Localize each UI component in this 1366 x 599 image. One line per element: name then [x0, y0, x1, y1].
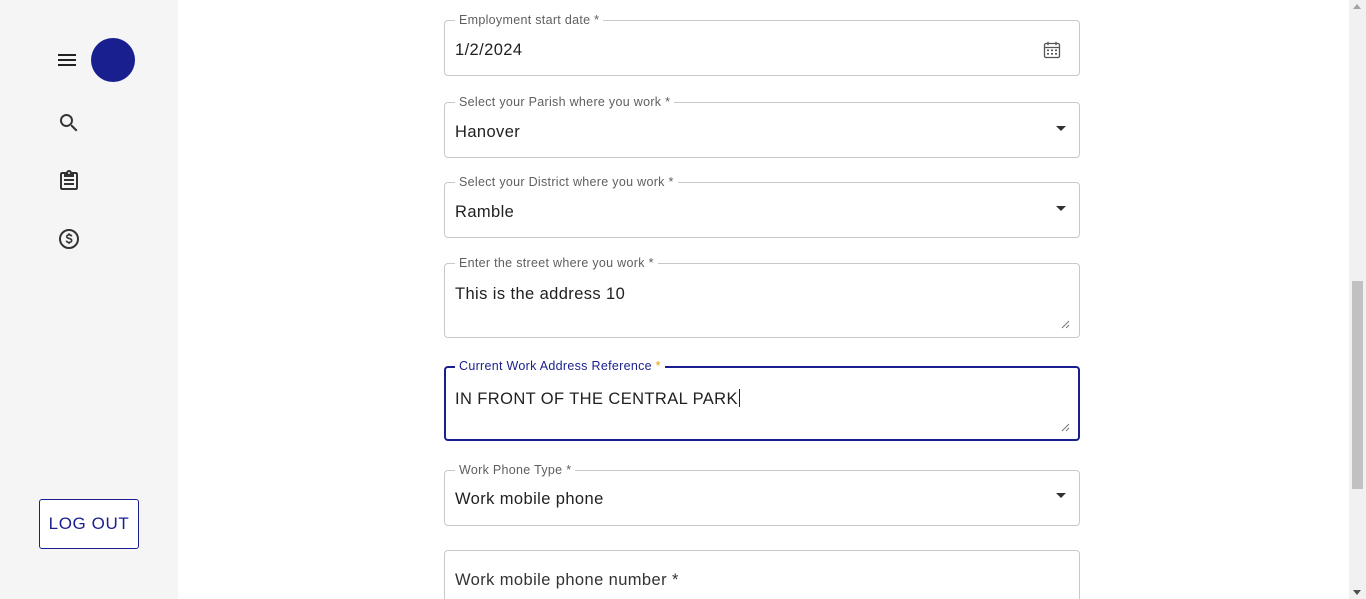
parish-select[interactable]: Select your Parish where you work * Hano… — [444, 94, 1080, 158]
resize-handle-icon[interactable] — [1060, 316, 1070, 329]
address-reference-value: IN FRONT OF THE CENTRAL PARK — [455, 389, 740, 408]
scroll-up-icon[interactable] — [1353, 4, 1361, 9]
menu-icon[interactable] — [55, 48, 79, 72]
district-select[interactable]: Select your District where you work * Ra… — [444, 174, 1080, 238]
phone-type-value: Work mobile phone — [455, 490, 604, 508]
dollar-circle-icon[interactable] — [57, 227, 81, 251]
calendar-icon[interactable] — [1042, 40, 1062, 60]
chevron-down-icon[interactable] — [1056, 126, 1066, 131]
phone-number-field[interactable]: Work mobile phone number * — [444, 550, 1080, 599]
sidebar: LOG OUT — [0, 0, 178, 599]
field-label: Select your District where you work * — [455, 174, 678, 190]
phone-type-select[interactable]: Work Phone Type * Work mobile phone — [444, 462, 1080, 526]
field-label: Select your Parish where you work * — [455, 94, 675, 110]
chevron-down-icon[interactable] — [1056, 493, 1066, 498]
logout-button[interactable]: LOG OUT — [39, 499, 139, 549]
field-label: Current Work Address Reference * — [455, 358, 665, 374]
district-value: Ramble — [455, 203, 515, 221]
field-label: Employment start date * — [455, 12, 604, 28]
employment-start-date-field[interactable]: Employment start date * 1/2/2024 — [444, 12, 1080, 76]
search-icon[interactable] — [57, 111, 81, 135]
street-value: This is the address 10 — [455, 285, 626, 303]
employment-start-date-value: 1/2/2024 — [455, 41, 523, 59]
field-label: Work Phone Type * — [455, 462, 576, 478]
resize-handle-icon[interactable] — [1060, 419, 1070, 432]
address-reference-textarea[interactable]: Current Work Address Reference * IN FRON… — [444, 358, 1080, 441]
chevron-down-icon[interactable] — [1056, 206, 1066, 211]
page-scrollbar[interactable] — [1349, 0, 1366, 599]
field-label: Enter the street where you work * — [455, 255, 658, 271]
phone-number-placeholder: Work mobile phone number * — [455, 571, 679, 589]
avatar[interactable] — [91, 38, 135, 82]
clipboard-icon[interactable] — [57, 169, 81, 193]
text-caret — [738, 389, 740, 407]
scrollbar-thumb[interactable] — [1352, 281, 1363, 489]
scroll-down-icon[interactable] — [1353, 590, 1361, 595]
parish-value: Hanover — [455, 123, 521, 141]
street-textarea[interactable]: Enter the street where you work * This i… — [444, 255, 1080, 338]
